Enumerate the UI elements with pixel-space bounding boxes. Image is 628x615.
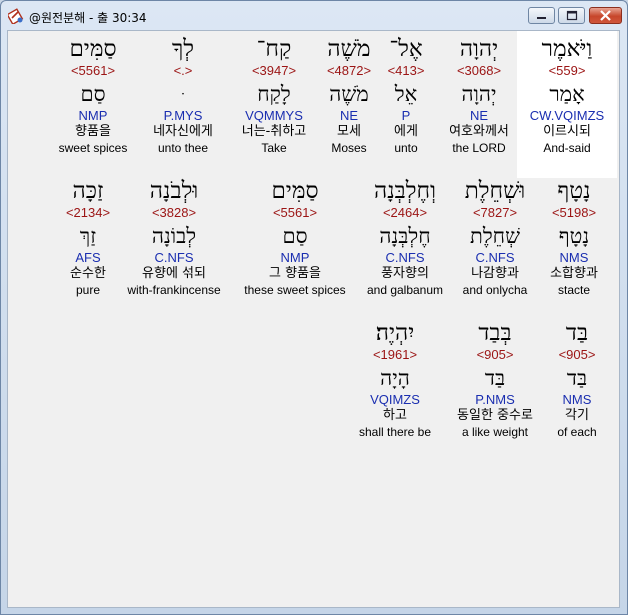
- korean-gloss: 동일한 중수로: [457, 408, 533, 423]
- word-14[interactable]: בְּבַד <905> בַּד P.NMS 동일한 중수로 a like w…: [445, 320, 545, 440]
- hebrew-word: וְחֶלְבְּנָה: [373, 178, 437, 204]
- lemma: בַּד: [484, 366, 506, 390]
- english-gloss: and galbanum: [366, 283, 444, 297]
- english-gloss: of each: [557, 425, 597, 439]
- hebrew-word: וּלְבֹנָה: [149, 178, 199, 204]
- strong-number[interactable]: <1961>: [345, 347, 445, 363]
- hebrew-word: סַמִּים: [69, 36, 117, 62]
- english-gloss: a like weight: [461, 425, 529, 439]
- strong-number[interactable]: <.>: [133, 63, 233, 79]
- korean-gloss: 이르시되: [543, 124, 591, 139]
- korean-gloss: 향품을: [75, 124, 111, 139]
- strong-number[interactable]: <7827>: [445, 205, 545, 221]
- hebrew-word: יִהְיֶה׃: [375, 320, 415, 346]
- word-11[interactable]: וּלְבֹנָה <3828> לְבוֹנָה C.NFS 유향에 섞되 w…: [119, 178, 229, 298]
- maximize-icon: [566, 10, 578, 21]
- maximize-button[interactable]: [558, 7, 585, 24]
- morphology: NMP: [280, 250, 310, 265]
- morphology: NMP: [78, 108, 108, 123]
- word-4[interactable]: קַח־ <3947> לָקַח VQMMYS 너는-취하고 Take: [224, 36, 324, 156]
- korean-gloss: 풍자향의: [381, 266, 429, 281]
- morphology: VQMMYS: [245, 108, 303, 123]
- app-icon: [8, 8, 24, 24]
- english-gloss: with-frankincense: [127, 283, 221, 297]
- hebrew-word: זַכָּה: [72, 178, 104, 204]
- word-13[interactable]: בַּד <905> בַּד NMS 각기 of each: [537, 320, 617, 440]
- lemma: שְׁחֵלֶת: [470, 224, 520, 248]
- lemma: בַּד: [566, 366, 588, 390]
- korean-gloss: 네자신에게: [153, 124, 213, 139]
- hebrew-word: קַח־: [256, 36, 292, 62]
- lemma: לָקַח: [257, 82, 291, 106]
- lemma: ּ: [133, 82, 233, 106]
- word-9[interactable]: וְחֶלְבְּנָה <2464> חֶלְבְּנָה C.NFS 풍자향…: [355, 178, 455, 298]
- hebrew-word: לְךָ: [171, 36, 195, 62]
- morphology: P.MYS: [163, 108, 203, 123]
- english-gloss: unto thee: [157, 141, 209, 155]
- minimize-button[interactable]: [528, 7, 555, 24]
- korean-gloss: 하고: [383, 408, 407, 423]
- korean-gloss: 그 향품을: [269, 266, 321, 281]
- lemma: לְבוֹנָה: [151, 224, 197, 248]
- word-8[interactable]: וּשְׁחֵלֶת <7827> שְׁחֵלֶת C.NFS 나감향과 an…: [445, 178, 545, 298]
- lemma: סַם: [80, 82, 106, 106]
- english-gloss: Take: [261, 141, 287, 155]
- morphology: AFS: [75, 250, 101, 265]
- window-title: @원전분해 - 출 30:34: [29, 11, 147, 25]
- interlinear-panel: וַיֹּאמֶר <559> אָמַר CW.VQIMZS 이르시되 And…: [7, 30, 620, 608]
- korean-gloss: 순수한: [70, 266, 106, 281]
- strong-number[interactable]: <5561>: [230, 205, 360, 221]
- morphology: C.NFS: [475, 250, 515, 265]
- hebrew-word: וַיֹּאמֶר: [541, 36, 593, 62]
- hebrew-word: בְּבַד: [478, 320, 512, 346]
- morphology: C.NFS: [385, 250, 425, 265]
- minimize-icon: [537, 17, 546, 19]
- strong-number[interactable]: <905>: [445, 347, 545, 363]
- word-6[interactable]: סַמִּים <5561> סַם NMP 향품을 sweet spices: [43, 36, 143, 156]
- close-icon: [600, 10, 611, 21]
- word-5[interactable]: לְךָ <.> ּ P.MYS 네자신에게 unto thee: [133, 36, 233, 156]
- close-button[interactable]: [589, 7, 622, 24]
- strong-number[interactable]: <3828>: [119, 205, 229, 221]
- lemma: הָיָה: [380, 366, 410, 390]
- app-window: @원전분해 - 출 30:34 וַיֹּאמֶר <559> אָמַר CW…: [0, 0, 628, 615]
- word-15[interactable]: יִהְיֶה׃ <1961> הָיָה VQIMZS 하고 shall th…: [345, 320, 445, 440]
- lemma: סַם: [282, 224, 308, 248]
- morphology: P.NMS: [475, 392, 515, 407]
- lemma: חֶלְבְּנָה: [379, 224, 431, 248]
- title-bar[interactable]: @원전분해 - 출 30:34: [1, 1, 627, 31]
- korean-gloss: 나감향과: [471, 266, 519, 281]
- hebrew-word: בַּד: [565, 320, 589, 346]
- strong-number[interactable]: <5561>: [43, 63, 143, 79]
- word-0[interactable]: וַיֹּאמֶר <559> אָמַר CW.VQIMZS 이르시되 And…: [517, 31, 617, 178]
- strong-number[interactable]: <2134>: [48, 205, 128, 221]
- morphology: NMS: [562, 392, 592, 407]
- lemma: זַךְ: [79, 224, 97, 248]
- hebrew-word: סַמִּים: [271, 178, 319, 204]
- korean-gloss: 너는-취하고: [241, 124, 307, 139]
- english-gloss: sweet spices: [58, 141, 128, 155]
- strong-number[interactable]: <3947>: [224, 63, 324, 79]
- lemma: אָמַר: [549, 82, 585, 106]
- english-gloss: pure: [75, 283, 101, 297]
- hebrew-word: וּשְׁחֵלֶת: [464, 178, 526, 204]
- morphology: CW.VQIMZS: [529, 108, 605, 123]
- morphology: VQIMZS: [370, 392, 420, 407]
- english-gloss: and onlycha: [462, 283, 528, 297]
- strong-number[interactable]: <2464>: [355, 205, 455, 221]
- english-gloss: And-said: [543, 141, 591, 155]
- korean-gloss: 각기: [565, 408, 589, 423]
- strong-number[interactable]: <905>: [537, 347, 617, 363]
- strong-number[interactable]: <559>: [517, 63, 617, 79]
- english-gloss: these sweet spices: [244, 283, 346, 297]
- morphology: C.NFS: [154, 250, 194, 265]
- word-10[interactable]: סַמִּים <5561> סַם NMP 그 향품을 these sweet…: [230, 178, 360, 298]
- word-12[interactable]: זַכָּה <2134> זַךְ AFS 순수한 pure: [48, 178, 128, 298]
- english-gloss: shall there be: [358, 425, 432, 439]
- korean-gloss: 유향에 섞되: [142, 266, 206, 281]
